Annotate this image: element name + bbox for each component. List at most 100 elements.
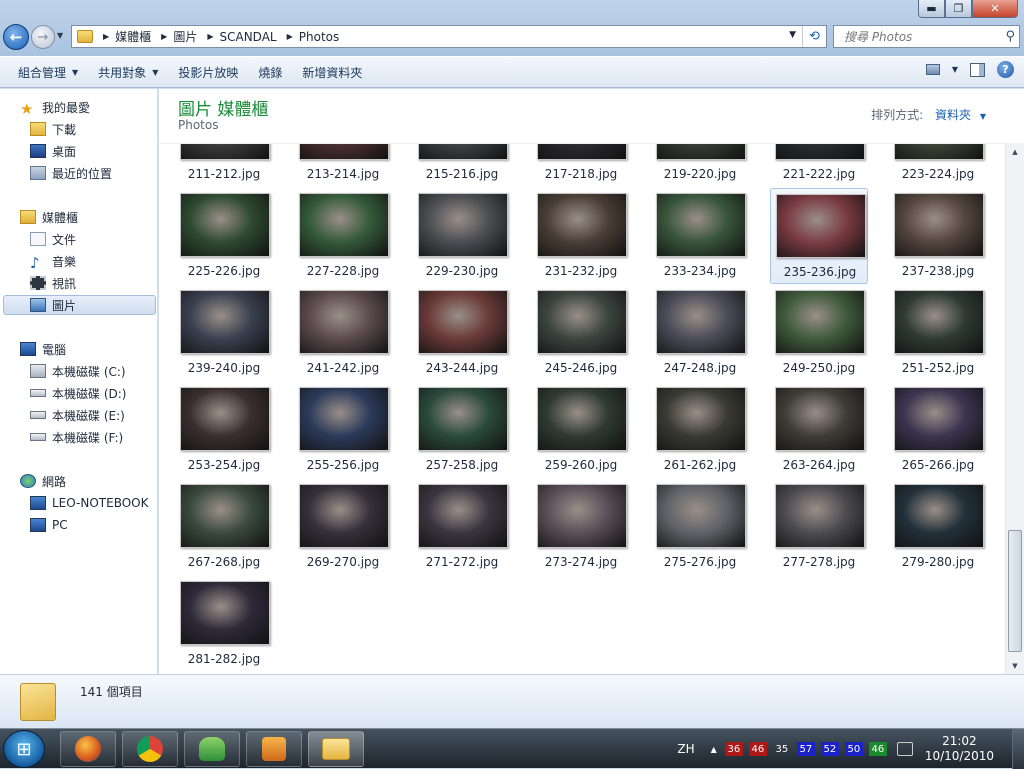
file-item[interactable]: 277-278.jpg bbox=[770, 479, 868, 575]
address-history-chevron-icon[interactable]: ▼ bbox=[789, 30, 796, 40]
maximize-button[interactable]: ❐ bbox=[945, 0, 972, 18]
file-item[interactable]: 241-242.jpg bbox=[294, 285, 392, 381]
taskbar-chrome[interactable] bbox=[122, 731, 178, 767]
nav-recent-places[interactable]: 最近的位置 bbox=[30, 163, 112, 183]
temperature-badge[interactable]: 57 bbox=[796, 742, 815, 756]
new-folder-button[interactable]: 新增資料夾 bbox=[292, 59, 372, 85]
temperature-badge[interactable]: 46 bbox=[748, 742, 767, 756]
taskbar-messenger[interactable] bbox=[184, 731, 240, 767]
file-item[interactable]: 223-224.jpg bbox=[889, 144, 987, 187]
nav-desktop[interactable]: 桌面 bbox=[30, 141, 76, 161]
nav-drive-f[interactable]: 本機磁碟 (F:) bbox=[30, 427, 123, 447]
taskbar-firefox[interactable] bbox=[60, 731, 116, 767]
change-view-icon[interactable] bbox=[925, 64, 940, 75]
breadcrumb-chevron-icon[interactable]: ▶ bbox=[161, 32, 167, 41]
nav-downloads[interactable]: 下載 bbox=[30, 119, 76, 139]
nav-libraries[interactable]: 媒體櫃 bbox=[20, 207, 78, 227]
file-item[interactable]: 243-244.jpg bbox=[413, 285, 511, 381]
file-item[interactable]: 227-228.jpg bbox=[294, 188, 392, 284]
file-item[interactable]: 273-274.jpg bbox=[532, 479, 630, 575]
scroll-down-arrow-icon[interactable]: ▼ bbox=[1006, 657, 1024, 674]
breadcrumb-scandal[interactable]: SCANDAL bbox=[220, 30, 277, 44]
breadcrumb-chevron-icon[interactable]: ▶ bbox=[287, 32, 293, 41]
file-item[interactable]: 269-270.jpg bbox=[294, 479, 392, 575]
nav-host-leo-notebook[interactable]: LEO-NOTEBOOK bbox=[30, 493, 149, 513]
file-item[interactable]: 219-220.jpg bbox=[651, 144, 749, 187]
temperature-badge[interactable]: 50 bbox=[844, 742, 863, 756]
minimize-button[interactable]: ▬ bbox=[918, 0, 945, 18]
vertical-scrollbar[interactable]: ▲ ▼ bbox=[1005, 143, 1024, 674]
temperature-badge[interactable]: 35 bbox=[773, 742, 791, 756]
file-item[interactable]: 233-234.jpg bbox=[651, 188, 749, 284]
file-item[interactable]: 281-282.jpg bbox=[175, 576, 273, 672]
file-item[interactable]: 251-252.jpg bbox=[889, 285, 987, 381]
file-item[interactable]: 259-260.jpg bbox=[532, 382, 630, 478]
refresh-icon[interactable]: ⟲ bbox=[802, 26, 826, 47]
file-item[interactable]: 211-212.jpg bbox=[175, 144, 273, 187]
temperature-badge[interactable]: 36 bbox=[724, 742, 743, 756]
taskbar-media-player[interactable] bbox=[246, 731, 302, 767]
file-item[interactable]: 257-258.jpg bbox=[413, 382, 511, 478]
network-icon[interactable] bbox=[896, 742, 913, 756]
preview-pane-icon[interactable] bbox=[970, 62, 985, 77]
forward-arrow-icon[interactable]: → bbox=[31, 25, 55, 49]
taskbar-explorer[interactable] bbox=[308, 731, 364, 767]
clock[interactable]: 21:02 10/10/2010 bbox=[925, 734, 994, 764]
burn-button[interactable]: 燒錄 bbox=[248, 59, 292, 85]
arrange-by-value[interactable]: 資料夾 bbox=[935, 108, 971, 122]
file-item[interactable]: 235-236.jpg bbox=[770, 188, 868, 284]
file-item[interactable]: 221-222.jpg bbox=[770, 144, 868, 187]
temperature-badge[interactable]: 52 bbox=[820, 742, 839, 756]
nav-videos[interactable]: 視訊 bbox=[30, 273, 76, 293]
recent-pages-chevron-icon[interactable]: ▼ bbox=[57, 31, 63, 40]
file-item[interactable]: 253-254.jpg bbox=[175, 382, 273, 478]
file-item[interactable]: 237-238.jpg bbox=[889, 188, 987, 284]
share-with-button[interactable]: 共用對象 ▼ bbox=[88, 59, 168, 85]
start-button[interactable]: ⊞ bbox=[3, 730, 45, 768]
file-item[interactable]: 279-280.jpg bbox=[889, 479, 987, 575]
scroll-up-arrow-icon[interactable]: ▲ bbox=[1006, 143, 1024, 160]
show-hidden-icons-icon[interactable]: ▲ bbox=[711, 745, 717, 754]
file-item[interactable]: 261-262.jpg bbox=[651, 382, 749, 478]
file-item[interactable]: 263-264.jpg bbox=[770, 382, 868, 478]
file-item[interactable]: 215-216.jpg bbox=[413, 144, 511, 187]
close-button[interactable]: ✕ bbox=[972, 0, 1018, 18]
back-arrow-icon[interactable]: ← bbox=[3, 24, 29, 50]
nav-computer[interactable]: 電腦 bbox=[20, 339, 66, 359]
file-item[interactable]: 229-230.jpg bbox=[413, 188, 511, 284]
temperature-badge[interactable]: 46 bbox=[868, 742, 887, 756]
nav-drive-d[interactable]: 本機磁碟 (D:) bbox=[30, 383, 126, 403]
arrange-by[interactable]: 排列方式: 資料夾 ▼ bbox=[871, 106, 986, 123]
file-item[interactable]: 255-256.jpg bbox=[294, 382, 392, 478]
scrollbar-thumb[interactable] bbox=[1008, 530, 1022, 652]
nav-drive-e[interactable]: 本機磁碟 (E:) bbox=[30, 405, 125, 425]
file-item[interactable]: 217-218.jpg bbox=[532, 144, 630, 187]
address-bar[interactable]: ▶ 媒體櫃 ▶ 圖片 ▶ SCANDAL ▶ Photos ▼ ⟲ bbox=[71, 25, 827, 48]
file-item[interactable]: 267-268.jpg bbox=[175, 479, 273, 575]
file-item[interactable]: 225-226.jpg bbox=[175, 188, 273, 284]
help-icon[interactable]: ? bbox=[997, 61, 1014, 78]
organize-button[interactable]: 組合管理 ▼ bbox=[8, 59, 88, 85]
file-item[interactable]: 213-214.jpg bbox=[294, 144, 392, 187]
file-item[interactable]: 271-272.jpg bbox=[413, 479, 511, 575]
chevron-down-icon[interactable]: ▼ bbox=[980, 112, 986, 121]
breadcrumb-chevron-icon[interactable]: ▶ bbox=[103, 32, 109, 41]
nav-host-pc[interactable]: PC bbox=[30, 515, 68, 535]
view-options-chevron-icon[interactable]: ▼ bbox=[952, 65, 958, 74]
file-item[interactable]: 249-250.jpg bbox=[770, 285, 868, 381]
breadcrumb-chevron-icon[interactable]: ▶ bbox=[207, 32, 213, 41]
breadcrumb-libraries[interactable]: 媒體櫃 bbox=[115, 28, 151, 45]
nav-drive-c[interactable]: 本機磁碟 (C:) bbox=[30, 361, 126, 381]
file-item[interactable]: 265-266.jpg bbox=[889, 382, 987, 478]
nav-pictures[interactable]: 圖片 bbox=[3, 295, 156, 315]
file-item[interactable]: 275-276.jpg bbox=[651, 479, 749, 575]
breadcrumb-photos[interactable]: Photos bbox=[299, 30, 339, 44]
search-icon[interactable]: ⚲ bbox=[1005, 29, 1015, 44]
nav-network[interactable]: 網路 bbox=[20, 471, 66, 491]
file-item[interactable]: 247-248.jpg bbox=[651, 285, 749, 381]
show-desktop-button[interactable] bbox=[1012, 729, 1024, 769]
file-item[interactable]: 239-240.jpg bbox=[175, 285, 273, 381]
input-language[interactable]: ZH bbox=[677, 742, 694, 756]
file-item[interactable]: 231-232.jpg bbox=[532, 188, 630, 284]
slideshow-button[interactable]: 投影片放映 bbox=[168, 59, 248, 85]
